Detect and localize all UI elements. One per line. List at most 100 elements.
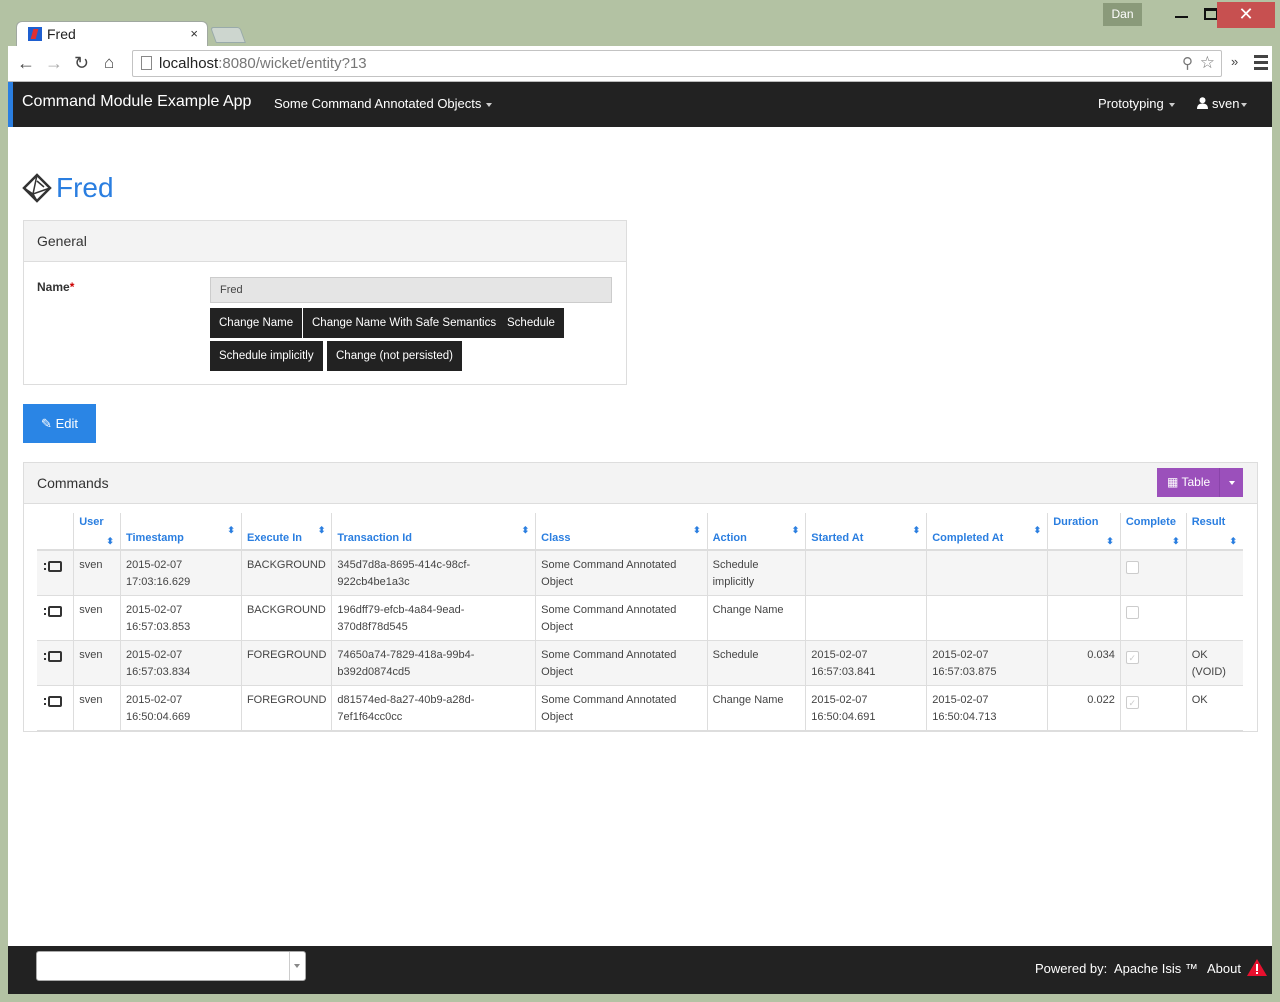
sort-icon[interactable]: ⬍	[1172, 536, 1180, 547]
back-icon[interactable]: ←	[17, 53, 35, 74]
completed-at-line: 16:57:03.875	[932, 666, 997, 678]
completed-at-line: 2015-02-07	[932, 694, 989, 706]
warning-icon[interactable]	[1246, 958, 1268, 977]
schedule-implicitly-button[interactable]: Schedule implicitly	[210, 341, 323, 371]
sort-icon[interactable]: ⬍	[227, 525, 235, 536]
sort-icon[interactable]: ⬍	[1034, 525, 1042, 536]
dropdown-arrow-icon[interactable]	[289, 952, 305, 980]
timestamp-line: 2015-02-07	[125, 604, 183, 616]
change-name-button[interactable]: Change Name	[210, 308, 303, 338]
cell-timestamp: 2015-02-07 17:03:16.629	[119, 550, 242, 596]
tab-close-icon[interactable]: ×	[190, 26, 198, 41]
apache-isis-link[interactable]: Apache Isis ™	[1114, 961, 1198, 976]
cell-transaction-id: d81574ed-8a27-40b9-a28d- 7ef1f64cc0cc	[331, 685, 536, 731]
cell-duration: 0.034	[1047, 640, 1121, 686]
new-tab-button[interactable]	[210, 27, 246, 43]
zoom-icon[interactable]: ⚲	[1182, 54, 1193, 72]
general-panel: General Name* Fred Change Name Change Na…	[23, 220, 627, 385]
menu-some-command-annotated-objects[interactable]: Some Command Annotated Objects	[274, 96, 493, 111]
table-row[interactable]: sven 2015-02-07 16:50:04.669 FOREGROUND d815…	[37, 685, 1243, 731]
sort-icon[interactable]: ⬍	[522, 525, 530, 536]
cell-execute-in: FOREGROUND	[240, 685, 332, 731]
open-command-icon[interactable]	[44, 561, 63, 572]
action-line: implicitly	[712, 576, 755, 588]
page-icon	[141, 56, 152, 70]
table-row[interactable]: sven 2015-02-07 16:57:03.853 BACKGROUND 196d…	[37, 595, 1243, 641]
name-label-text: Name	[37, 280, 70, 294]
execute-in-text: BACKGROUND	[246, 604, 326, 616]
user-menu[interactable]: sven	[1197, 96, 1248, 111]
cell-result: OK	[1185, 685, 1243, 731]
open-command-icon[interactable]	[44, 696, 63, 707]
address-bar[interactable]: localhost:8080/wicket/entity?13 ⚲ ☆	[132, 50, 1222, 77]
execute-in-text: BACKGROUND	[246, 559, 326, 571]
url-host: localhost	[159, 55, 219, 72]
row-open-cell[interactable]	[37, 685, 74, 731]
edit-button[interactable]: ✎ Edit	[23, 404, 96, 443]
col-completed-at[interactable]: Completed At ⬍	[926, 513, 1048, 551]
row-open-cell[interactable]	[37, 595, 74, 641]
col-transaction-id[interactable]: Transaction Id ⬍	[331, 513, 536, 551]
bookmark-star-icon[interactable]: ☆	[1200, 53, 1215, 73]
commands-panel: Commands ▦ Table User ⬍ Timestamp ⬍ Execut…	[23, 462, 1258, 732]
complete-checkbox	[1125, 606, 1139, 619]
open-command-icon[interactable]	[44, 606, 63, 617]
col-result[interactable]: Result ⬍	[1185, 513, 1243, 551]
sort-icon[interactable]: ⬍	[1229, 536, 1237, 547]
app-brand[interactable]: Command Module Example App	[22, 93, 251, 111]
result-line: (VOID)	[1191, 666, 1226, 678]
close-window-button[interactable]: ✕	[1217, 2, 1275, 28]
col-execute-in[interactable]: Execute In ⬍	[240, 513, 332, 551]
cell-started-at: 2015-02-07 16:57:03.841	[805, 640, 927, 686]
open-command-icon[interactable]	[44, 651, 63, 662]
row-open-cell[interactable]	[37, 550, 74, 596]
sort-icon[interactable]: ⬍	[693, 525, 701, 536]
home-icon[interactable]: ⌂	[104, 53, 114, 73]
sort-icon[interactable]: ⬍	[1106, 536, 1114, 547]
action-line: Change Name	[712, 694, 784, 706]
schedule-button[interactable]: Schedule	[498, 308, 564, 338]
change-not-persisted-button[interactable]: Change (not persisted)	[327, 341, 462, 371]
execute-in-text: FOREGROUND	[246, 694, 327, 706]
cell-duration	[1047, 595, 1121, 641]
started-at-line: 2015-02-07	[811, 649, 868, 661]
sort-icon[interactable]: ⬍	[106, 536, 114, 547]
col-duration[interactable]: Duration ⬍	[1047, 513, 1121, 551]
app-footer: Powered by: Apache Isis ™ About	[8, 946, 1272, 994]
col-complete[interactable]: Complete ⬍	[1119, 513, 1187, 551]
about-link[interactable]: About	[1207, 961, 1241, 976]
timestamp-line: 2015-02-07	[125, 649, 183, 661]
table-row[interactable]: sven 2015-02-07 16:57:03.834 FOREGROUND 7465…	[37, 640, 1243, 686]
table-view-button[interactable]: ▦ Table	[1157, 468, 1243, 497]
view-dropdown-toggle[interactable]	[1219, 468, 1243, 497]
col-class[interactable]: Class ⬍	[535, 513, 708, 551]
powered-by-label: Powered by:	[1035, 961, 1108, 976]
action-line: Schedule	[712, 559, 759, 571]
sort-icon[interactable]: ⬍	[913, 525, 921, 536]
col-started-at[interactable]: Started At ⬍	[805, 513, 927, 551]
col-timestamp[interactable]: Timestamp ⬍	[119, 513, 242, 551]
started-at-line: 16:57:03.841	[811, 666, 876, 678]
footer-select[interactable]	[36, 951, 306, 981]
class-line: Some Command Annotated	[541, 559, 677, 571]
table-view-label: Table	[1181, 475, 1211, 489]
table-row[interactable]: sven 2015-02-07 17:03:16.629 BACKGROUND 345d…	[37, 550, 1243, 596]
cell-started-at: 2015-02-07 16:50:04.691	[805, 685, 927, 731]
col-action[interactable]: Action ⬍	[706, 513, 806, 551]
sort-icon[interactable]: ⬍	[792, 525, 800, 536]
menu-prototyping[interactable]: Prototyping	[1098, 96, 1175, 111]
col-user[interactable]: User ⬍	[73, 513, 121, 551]
forward-icon[interactable]: →	[45, 53, 63, 74]
cell-completed-at	[926, 595, 1048, 641]
os-user-badge: Dan	[1103, 3, 1142, 26]
reload-icon[interactable]: ↻	[74, 53, 89, 74]
extensions-overflow-icon[interactable]: »	[1231, 54, 1238, 69]
browser-menu-icon[interactable]	[1254, 55, 1268, 73]
row-open-cell[interactable]	[37, 640, 74, 686]
app-navbar: Command Module Example App Some Command …	[8, 82, 1272, 127]
sort-icon[interactable]: ⬍	[318, 525, 326, 536]
cell-timestamp: 2015-02-07 16:57:03.834	[119, 640, 242, 686]
browser-tab[interactable]: Fred ×	[16, 21, 208, 47]
change-name-safe-semantics-button[interactable]: Change Name With Safe Semantics	[303, 308, 506, 338]
col-label: Started At	[811, 532, 864, 544]
